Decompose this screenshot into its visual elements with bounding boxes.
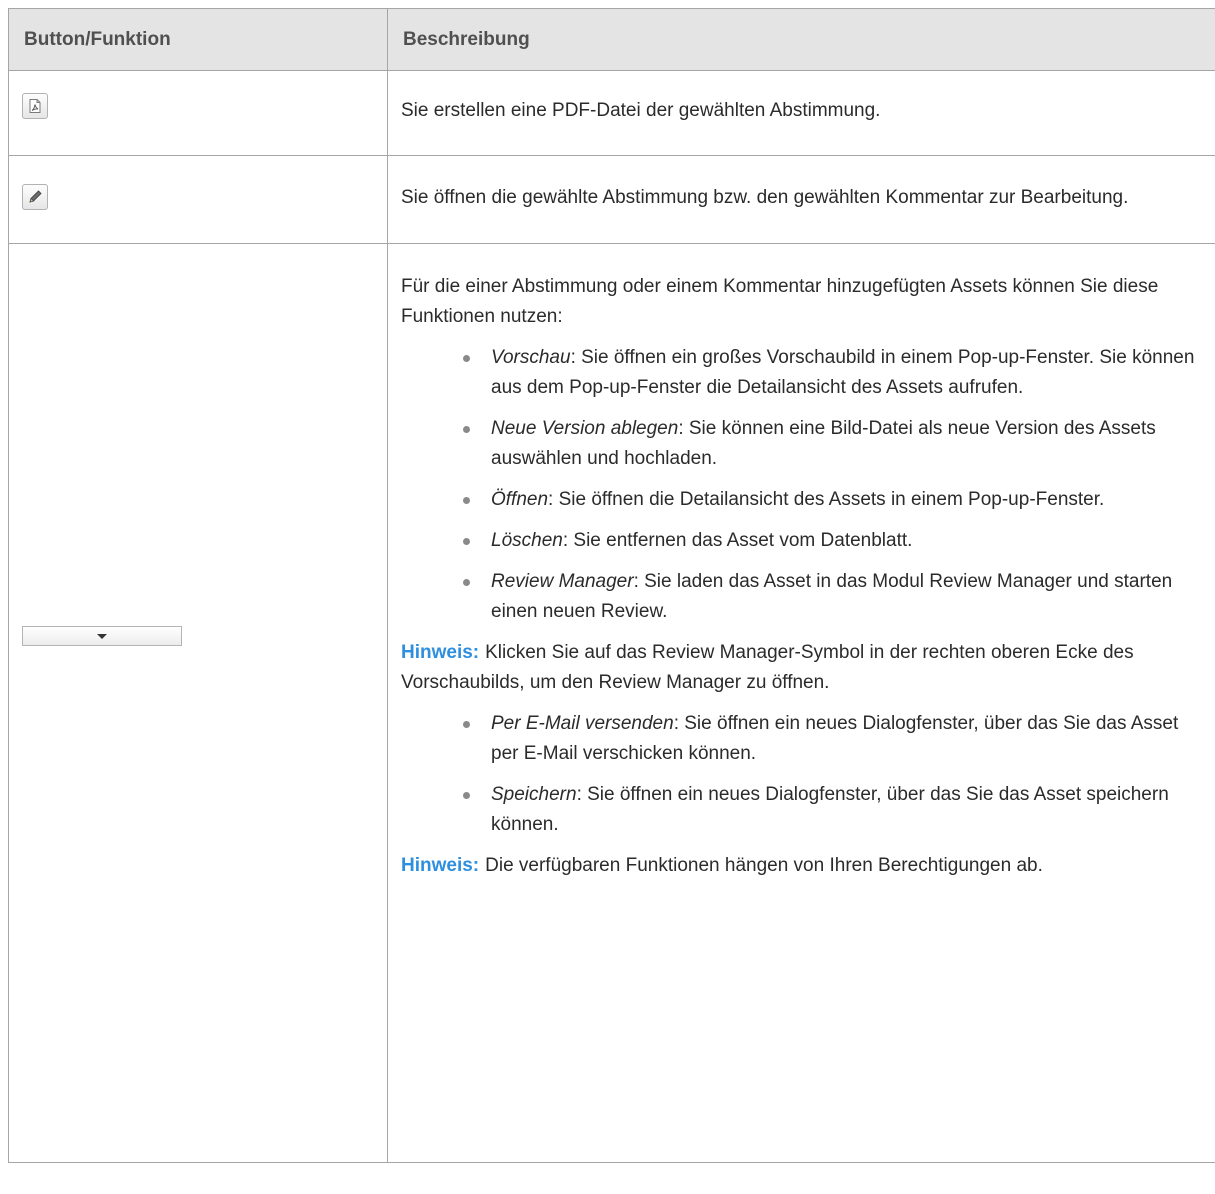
note-permissions: Hinweis: Die verfügbaren Funktionen hänge… [401, 851, 1203, 881]
list-item: Per E-Mail versenden: Sie öffnen ein neu… [401, 709, 1203, 769]
list-item: Vorschau: Sie öffnen ein großes Vorschau… [401, 343, 1203, 403]
table-row-assets: Für die einer Abstimmung oder einem Komm… [8, 243, 1215, 1163]
item-text: : Sie öffnen ein großes Vorschaubild in … [491, 347, 1195, 398]
dropdown-arrow-icon [97, 633, 107, 639]
pdf-icon [29, 99, 41, 113]
edit-description: Sie öffnen die gewählte Abstimmung bzw. … [401, 187, 1129, 208]
item-name: Vorschau [491, 347, 571, 368]
bullet-icon [463, 355, 470, 362]
bullet-icon [463, 538, 470, 545]
function-table: Button/Funktion Beschreibung Sie erstell… [8, 8, 1215, 1163]
item-text: : Sie öffnen die Detailansicht des Asset… [548, 489, 1105, 510]
list-item: Löschen: Sie entfernen das Asset vom Dat… [401, 526, 1203, 556]
desc-cell-assets: Für die einer Abstimmung oder einem Komm… [387, 243, 1215, 1163]
note-text: Die verfügbaren Funktionen hängen von Ih… [485, 855, 1043, 876]
asset-functions-list-2: Per E-Mail versenden : Sie öffnen ein neu… [401, 709, 1203, 840]
table-row-edit: Sie öffnen die gewählte Abstimmung bzw. … [8, 155, 1215, 244]
note-text: Klicken Sie auf das Review Manager-Symbo… [401, 642, 1134, 693]
bullet-icon [463, 497, 470, 504]
asset-dropdown-button[interactable] [22, 626, 182, 646]
header-button-function: Button/Funktion [8, 8, 388, 71]
pdf-button[interactable] [22, 93, 48, 119]
item-name: Speichern [491, 784, 577, 805]
note-label: Hinweis: [401, 642, 480, 663]
table-row-pdf: Sie erstellen eine PDF-Datei der gewählt… [8, 70, 1215, 156]
item-name: Neue Version ablegen [491, 418, 679, 439]
header-description: Beschreibung [387, 8, 1215, 71]
item-name: Öffnen [491, 489, 549, 510]
item-name: Löschen [491, 530, 563, 551]
list-item: Öffnen: Sie öffnen die Detailansicht des… [401, 485, 1203, 515]
list-item: Review Manager: Sie laden das Asset in d… [401, 567, 1203, 627]
note-label: Hinweis: [401, 855, 480, 876]
list-item: Neue Version ablegen: Sie können eine Bi… [401, 414, 1203, 474]
item-text: : Sie öffnen ein neues Dialogfenster, üb… [491, 784, 1169, 835]
icon-cell-pdf [8, 70, 388, 156]
bullet-icon [463, 579, 470, 586]
list-item: Speichern: Sie öffnen ein neues Dialogfe… [401, 780, 1203, 840]
bullet-icon [463, 792, 470, 799]
desc-cell-edit: Sie öffnen die gewählte Abstimmung bzw. … [387, 155, 1215, 244]
bullet-icon [463, 721, 470, 728]
item-name: Per E-Mail versenden [491, 713, 674, 734]
icon-cell-edit [8, 155, 388, 244]
item-name: Review Manager [491, 571, 634, 592]
edit-button[interactable] [22, 184, 48, 210]
assets-intro: Für die einer Abstimmung oder einem Komm… [401, 276, 1159, 327]
note-review-manager: Hinweis: Klicken Sie auf das Review Manag… [401, 638, 1203, 698]
pencil-icon [29, 190, 42, 203]
bullet-icon [463, 426, 470, 433]
table-header-row: Button/Funktion Beschreibung [8, 8, 1215, 71]
icon-cell-assets [8, 243, 388, 1163]
asset-functions-list: Vorschau: Sie öffnen ein großes Vorschau… [401, 343, 1203, 627]
item-text: : Sie entfernen das Asset vom Datenblatt… [562, 530, 913, 551]
pdf-description: Sie erstellen eine PDF-Datei der gewählt… [401, 100, 881, 121]
desc-cell-pdf: Sie erstellen eine PDF-Datei der gewählt… [387, 70, 1215, 156]
